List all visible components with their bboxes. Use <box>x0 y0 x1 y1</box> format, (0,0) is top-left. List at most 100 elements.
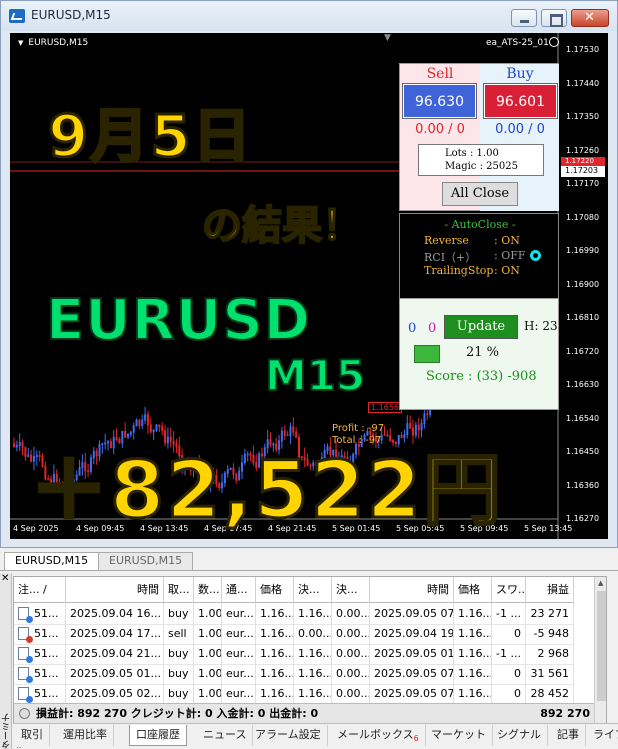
chart-tab-bar: EURUSD,M15 EURUSD,M15 <box>0 549 618 571</box>
size-cell: 1.00 <box>194 623 222 645</box>
smiley-face-icon[interactable] <box>549 37 559 47</box>
price-cell: 1.16... <box>256 643 294 665</box>
sl-cell: 0.00... <box>294 623 332 645</box>
type-cell: sell <box>164 623 194 645</box>
price-tick-label: 1.17530 <box>566 45 600 54</box>
terminal-tab[interactable]: ニュース <box>197 725 254 746</box>
autoclose-row-reverse[interactable]: Reverse : ON <box>424 234 554 247</box>
minimize-button[interactable] <box>511 9 537 27</box>
column-header[interactable]: 決... <box>294 577 332 603</box>
column-header[interactable]: 時間 <box>66 577 164 603</box>
buy-button[interactable]: 96.601 <box>483 83 558 119</box>
maximize-button[interactable] <box>541 9 567 27</box>
terminal-panel: EURUSD,M15 EURUSD,M15 ✕ ターミナル 注... /時間取.… <box>0 549 618 749</box>
open_time-cell: 2025.09.05 02... <box>66 683 164 705</box>
terminal-tab[interactable]: 取引 <box>15 725 50 746</box>
table-row[interactable]: 51... 2025.09.05 02... buy 1.00 eur... 1.16..… <box>14 683 594 705</box>
size-cell: 1.00 <box>194 603 222 625</box>
price-cell: 1.16... <box>256 663 294 685</box>
column-header[interactable]: 数... <box>194 577 222 603</box>
mail-count-badge: 6 <box>413 734 419 744</box>
chart-tab-active[interactable]: EURUSD,M15 <box>4 552 100 570</box>
terminal-tab-label: ライブ <box>593 728 618 741</box>
scroll-up-icon[interactable]: ▲ <box>598 579 603 587</box>
column-header[interactable]: 損益 <box>526 577 574 603</box>
screen: EURUSD,M15 EURUSD,M15 ▼ ea_ATS-25_01 1.1… <box>0 0 618 749</box>
column-header[interactable]: 通... <box>222 577 256 603</box>
terminal-tab-label: 口座履歴 <box>136 728 180 741</box>
terminal-tab[interactable]: 記事 <box>551 725 586 746</box>
column-header[interactable]: 取... <box>164 577 194 603</box>
terminal-tab[interactable]: アラーム設定 <box>249 725 328 746</box>
close_price-cell: 1.16... <box>454 683 492 705</box>
terminal-tab[interactable]: 運用比率 <box>57 725 114 746</box>
size-cell: 1.00 <box>194 643 222 665</box>
sl-cell: 1.16... <box>294 683 332 705</box>
column-header[interactable]: 決... <box>332 577 370 603</box>
swap-cell: -1 ... <box>492 603 526 625</box>
price-tick-label: 1.17080 <box>566 212 600 222</box>
table-row[interactable]: 51... 2025.09.05 01... buy 1.00 eur... 1.16..… <box>14 663 594 685</box>
terminal-tab-label: 取引 <box>21 728 43 741</box>
score-readout: Score : (33) -908 <box>426 369 537 384</box>
order-document-icon <box>18 647 33 663</box>
ticket-value: 51... <box>34 627 59 640</box>
all-close-button[interactable]: All Close <box>442 182 518 206</box>
terminal-tab-label: 運用比率 <box>63 728 107 741</box>
overlay-timeframe: M15 <box>264 350 366 401</box>
table-row[interactable]: 51... 2025.09.04 16... buy 1.00 eur... 1.16..… <box>14 603 594 625</box>
overlay-result: の結果！ <box>201 202 363 250</box>
open_time-cell: 2025.09.04 16... <box>66 603 164 625</box>
tp-cell: 0.00... <box>332 683 370 705</box>
summary-total: 892 270 <box>540 707 590 720</box>
close-icon[interactable]: ✕ <box>1 573 9 584</box>
ea-trade-panel: Sell Buy 96.630 96.601 0.00 / 0 0.00 / 0… <box>399 63 559 211</box>
terminal-tab[interactable]: シグナル <box>491 725 548 746</box>
buy-position-summary: 0.00 / 0 <box>495 122 545 137</box>
table-row[interactable]: 51... 2025.09.04 21... buy 1.00 eur... 1.16..… <box>14 643 594 665</box>
lots-magic-box: Lots : 1.00 Magic : 25025 <box>418 144 544 176</box>
price-tick-label: 1.16900 <box>566 279 600 289</box>
ticket-value: 51... <box>34 687 59 700</box>
window-titlebar[interactable]: EURUSD,M15 <box>1 1 617 31</box>
chart-tab[interactable]: EURUSD,M15 <box>98 552 194 570</box>
table-row[interactable]: 51... 2025.09.04 17... sell 1.00 eur... 1.16.… <box>14 623 594 645</box>
scroll-thumb[interactable] <box>597 591 606 701</box>
terminal-tab[interactable]: マーケット <box>425 725 493 746</box>
time-tick-label: 5 Sep 13:45 <box>524 524 573 533</box>
terminal-tab-label: アラーム設定 <box>255 728 321 741</box>
order-document-icon <box>18 687 33 703</box>
sell-button[interactable]: 96.630 <box>402 83 477 119</box>
terminal-side-strip: ✕ ターミナル <box>0 573 25 749</box>
update-button[interactable]: Update <box>444 315 518 339</box>
autoclose-label: Reverse <box>424 234 469 247</box>
chart-symbol-label: EURUSD,M15 <box>18 38 88 48</box>
expert-advisor-label: ea_ATS-25_01 <box>486 38 549 48</box>
column-header[interactable]: 価格 <box>454 577 492 603</box>
overlay-date: 9月5日 <box>47 101 253 172</box>
ticket-value: 51... <box>34 647 59 660</box>
terminal-tab[interactable]: メールボックス6 <box>331 725 426 746</box>
close_price-cell: 1.16... <box>454 603 492 625</box>
column-header[interactable]: 時間 <box>370 577 454 603</box>
profit-cell: 31 561 <box>526 663 574 685</box>
chart-shift-marker-icon[interactable]: ▼ <box>384 33 391 43</box>
price-tick-label: 1.16360 <box>566 480 600 490</box>
autoclose-row-trailing-stop[interactable]: TrailingStop : ON <box>424 264 554 277</box>
price-chart[interactable]: EURUSD,M15 ▼ ea_ATS-25_01 1.17530 1.17440… <box>10 33 608 539</box>
type-cell: buy <box>164 643 194 665</box>
price-tick-label: 1.16270 <box>566 514 600 523</box>
sl-cell: 1.16... <box>294 603 332 625</box>
price-tick-label: 1.17260 <box>566 145 600 155</box>
lots-value: Lots : 1.00 <box>445 148 499 159</box>
column-header[interactable]: 価格 <box>256 577 294 603</box>
status-ring-icon <box>530 250 541 261</box>
ticket-value: 51... <box>34 607 59 620</box>
vertical-scrollbar[interactable]: ▲ ▼ <box>594 577 606 735</box>
column-header[interactable]: スワ... <box>492 577 526 603</box>
column-header[interactable]: 注... / <box>14 577 66 603</box>
autoclose-label: TrailingStop <box>424 264 494 277</box>
close-button[interactable] <box>571 9 609 27</box>
terminal-tab[interactable]: 口座履歴 <box>129 725 187 746</box>
terminal-tab[interactable]: ライブ <box>587 725 618 746</box>
